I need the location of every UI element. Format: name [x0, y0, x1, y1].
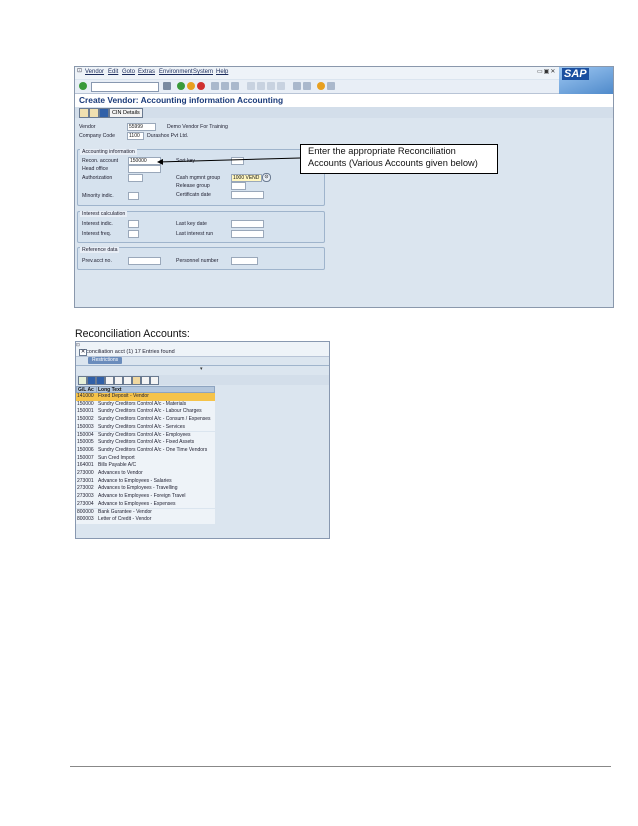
- expand-icon[interactable]: ▾: [200, 366, 203, 372]
- popup-title: Reconciliation acct (1) 17 Entries found: [79, 349, 175, 355]
- check-icon[interactable]: [78, 376, 87, 385]
- table-row[interactable]: 150003 Sundry Creditors Control A/c - Ser…: [76, 423, 215, 432]
- table-row[interactable]: 150002 Sundry Creditors Control A/c - Con…: [76, 416, 215, 424]
- long-text-cell: Fixed Deposit - Vendor: [98, 393, 149, 399]
- gl-account-cell: 150000: [77, 400, 94, 407]
- long-text-cell: Sun Cred Import: [98, 454, 135, 461]
- gl-account-cell: 150001: [77, 408, 94, 415]
- long-text-cell: Sundry Creditors Control A/c - Labour Ch…: [98, 408, 202, 415]
- long-text-cell: Sundry Creditors Control A/c - Fixed Ass…: [98, 439, 195, 446]
- table-row[interactable]: 150006 Sundry Creditors Control A/c - One…: [76, 446, 215, 455]
- table-row[interactable]: 150005 Sundry Creditors Control A/c - Fix…: [76, 439, 215, 447]
- gl-account-cell: 273003: [77, 493, 94, 500]
- gl-account-cell: 150004: [77, 431, 94, 438]
- long-text-cell: Sundry Creditors Control A/c - Employees: [98, 431, 191, 438]
- long-text-cell: Advances to Vendor: [98, 470, 143, 476]
- find-icon[interactable]: [105, 376, 114, 385]
- long-text-cell: Bank Gurantee - Vendor: [98, 508, 152, 515]
- long-text-cell: Advance to Employees - Expenses: [98, 500, 176, 507]
- gl-account-cell: 273004: [77, 500, 94, 507]
- long-text-cell: Sundry Creditors Control A/c - Consum / …: [98, 416, 211, 423]
- gl-account-cell: 273002: [77, 485, 94, 492]
- choose-icon[interactable]: [87, 376, 96, 385]
- callout-line-2: Accounts (Various Accounts given below): [308, 157, 478, 168]
- gl-account-cell: 800003: [77, 516, 94, 523]
- table-row[interactable]: 800000 Bank Gurantee - Vendor: [76, 508, 215, 517]
- gl-account-cell: 150003: [77, 423, 94, 430]
- gl-account-cell: 273000: [77, 470, 94, 476]
- popup-toolbar: [76, 375, 329, 385]
- long-text-cell: Sundry Creditors Control A/c - One Time …: [98, 446, 208, 453]
- table-row[interactable]: 150001 Sundry Creditors Control A/c - Lab…: [76, 408, 215, 417]
- long-text-cell: Advance to Employees - Foreign Travel: [98, 493, 186, 500]
- column-header-gl-account[interactable]: G/L Ac: [76, 386, 97, 393]
- cancel-icon[interactable]: [150, 376, 159, 385]
- tab-restrictions[interactable]: Restrictions: [88, 357, 123, 364]
- table-row[interactable]: 273004 Advance to Employees - Expenses: [76, 500, 215, 509]
- table-row[interactable]: 164001 Bills Payable A/C: [76, 462, 215, 470]
- table-row[interactable]: 150000 Sundry Creditors Control A/c - Mat…: [76, 400, 215, 409]
- long-text-cell: Advances to Employees - Travelling: [98, 485, 178, 492]
- long-text-cell: Bills Payable A/C: [98, 462, 137, 469]
- callout-line-1: Enter the appropriate Reconciliation: [308, 146, 456, 156]
- table-row[interactable]: 273001 Advance to Employees - Salaries: [76, 477, 215, 486]
- section-heading: Reconciliation Accounts:: [75, 328, 190, 340]
- table-row[interactable]: 150007 Sun Cred Import: [76, 454, 215, 463]
- footer-divider: [70, 766, 611, 767]
- filter-icon[interactable]: [96, 376, 105, 385]
- popup-title-bar: Reconciliation acct (1) 17 Entries found…: [76, 348, 329, 357]
- table-row[interactable]: 273002 Advances to Employees - Travelling: [76, 485, 215, 494]
- callout-box: Enter the appropriate Reconciliation Acc…: [300, 144, 498, 174]
- long-text-cell: Sundry Creditors Control A/c - Services: [98, 423, 185, 430]
- gl-account-cell: 164001: [77, 462, 94, 469]
- print-icon[interactable]: [141, 376, 150, 385]
- gl-account-cell: 141000: [77, 393, 94, 399]
- column-header-long-text[interactable]: Long Text: [96, 386, 215, 393]
- gl-account-cell: 150005: [77, 439, 94, 446]
- table-row[interactable]: 141000 Fixed Deposit - Vendor: [76, 393, 215, 401]
- gl-account-cell: 150007: [77, 454, 94, 461]
- gl-account-cell: 273001: [77, 477, 94, 484]
- long-text-cell: Sundry Creditors Control A/c - Materials: [98, 400, 187, 407]
- gl-account-cell: 800000: [77, 508, 94, 515]
- long-text-cell: Letter of Credit - Vendor: [98, 516, 152, 523]
- table-row[interactable]: 273000 Advances to Vendor: [76, 470, 215, 478]
- gl-account-cell: 150006: [77, 446, 94, 453]
- sort-icon[interactable]: [114, 376, 123, 385]
- info-icon[interactable]: [132, 376, 141, 385]
- table-row[interactable]: 150004 Sundry Creditors Control A/c - Emp…: [76, 431, 215, 440]
- long-text-cell: Advance to Employees - Salaries: [98, 477, 172, 484]
- table-row[interactable]: 273003 Advance to Employees - Foreign Tra…: [76, 493, 215, 501]
- copy-icon[interactable]: [123, 376, 132, 385]
- close-icon[interactable]: ✕: [79, 349, 87, 356]
- gl-account-cell: 150002: [77, 416, 94, 423]
- reconciliation-popup: ⊡ Reconciliation acct (1) 17 Entries fou…: [75, 341, 330, 539]
- table-row[interactable]: 800003 Letter of Credit - Vendor: [76, 516, 215, 524]
